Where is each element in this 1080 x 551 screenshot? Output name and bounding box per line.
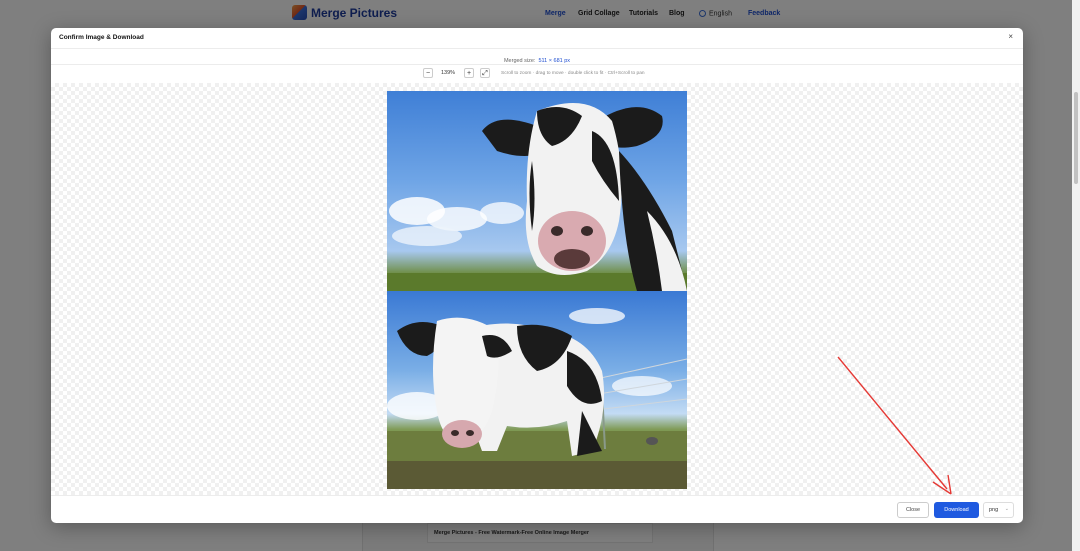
scrollbar-track[interactable]: [1072, 0, 1080, 551]
dialog-footer: Close Download png ⌄: [51, 495, 1023, 523]
zoom-level: 139%: [440, 70, 456, 76]
zoom-out-icon[interactable]: −: [423, 68, 433, 78]
format-value: png: [989, 507, 999, 513]
zoom-hint: Scroll to zoom · drag to move · double c…: [501, 71, 645, 76]
dialog-title: Confirm Image & Download: [59, 34, 144, 41]
preview-canvas[interactable]: [51, 83, 1023, 495]
cow-closeup-image: [387, 103, 687, 291]
zoom-toolbar: − 139% + ⤢ Scroll to zoom · drag to move…: [51, 64, 1023, 82]
merged-image-part-2: [387, 291, 687, 489]
download-button[interactable]: Download: [934, 502, 979, 518]
confirm-download-dialog: Confirm Image & Download × Merged size: 5…: [51, 28, 1023, 523]
cow-field-image: [387, 308, 687, 489]
merged-image-part-1: [387, 91, 687, 291]
zoom-in-icon[interactable]: +: [464, 68, 474, 78]
scrollbar-thumb[interactable]: [1074, 92, 1078, 184]
fit-icon[interactable]: ⤢: [480, 68, 490, 78]
format-select[interactable]: png ⌄: [983, 502, 1014, 518]
close-button[interactable]: Close: [897, 502, 929, 518]
close-icon[interactable]: ×: [1008, 32, 1013, 41]
merged-size-row: Merged size: 511 × 681 px: [51, 48, 1023, 65]
chevron-down-icon: ⌄: [1004, 506, 1009, 512]
